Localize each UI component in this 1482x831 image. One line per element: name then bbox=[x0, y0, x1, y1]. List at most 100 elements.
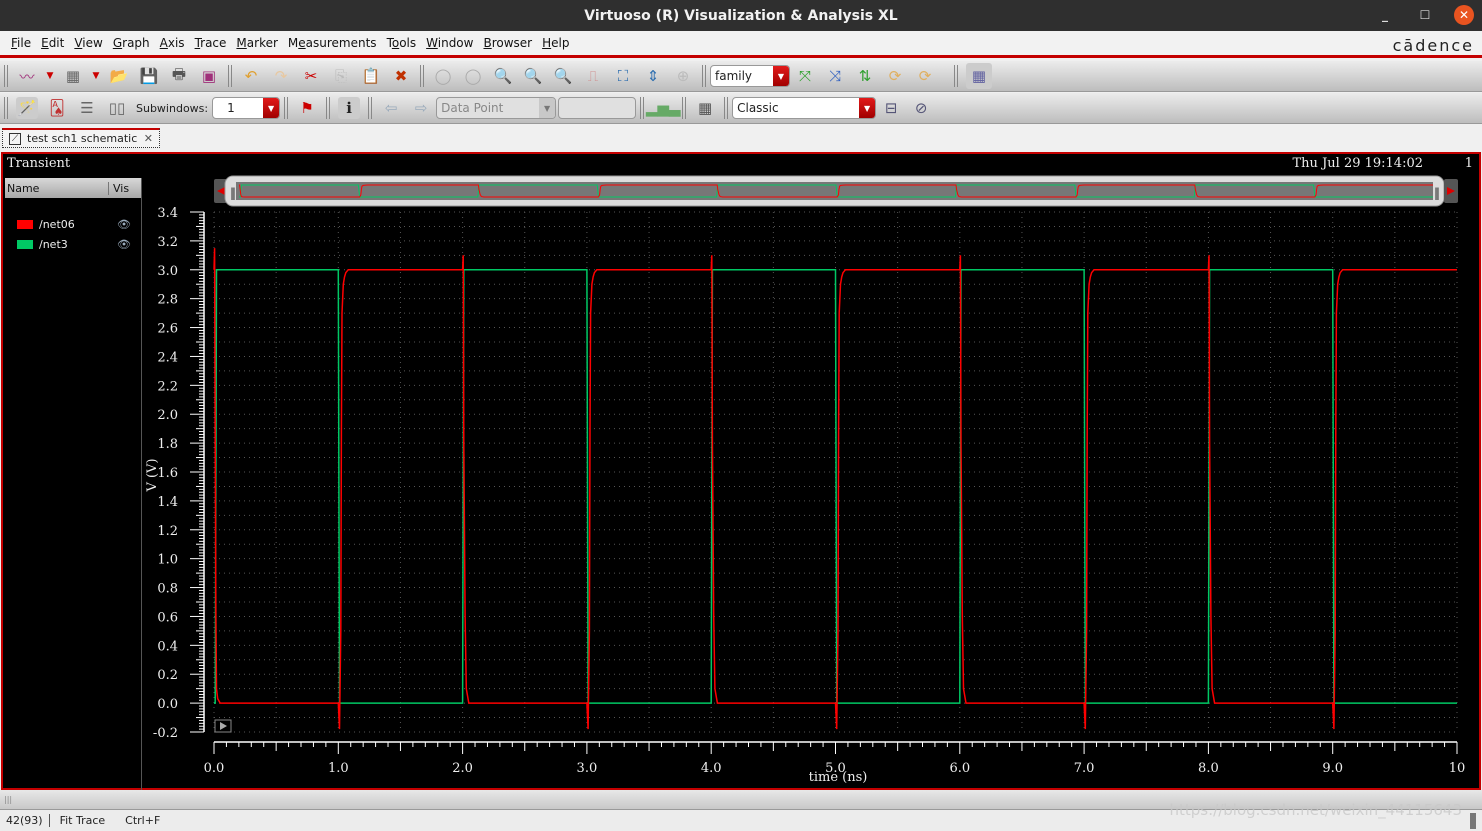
histogram-icon[interactable]: ▂▅▃ bbox=[646, 97, 681, 119]
new-subwindow-icon[interactable]: ▦ bbox=[62, 65, 84, 87]
zoom-y-icon[interactable]: ⇕ bbox=[642, 65, 664, 87]
family-combo[interactable]: family ▼ bbox=[710, 65, 790, 87]
chevron-down-icon[interactable]: ▼ bbox=[859, 98, 876, 118]
vertical-split-icon[interactable]: ▯▯ bbox=[106, 97, 128, 119]
flag-icon[interactable]: ⚑ bbox=[296, 97, 318, 119]
menu-marker[interactable]: Marker bbox=[236, 36, 277, 50]
toolbar-grip[interactable] bbox=[228, 65, 232, 87]
toolbar-grip[interactable] bbox=[702, 65, 706, 87]
undo-icon[interactable]: ↶ bbox=[240, 65, 262, 87]
next-point-icon[interactable]: ⇨ bbox=[410, 97, 432, 119]
grid-icon[interactable]: ▦ bbox=[966, 63, 992, 89]
save-icon[interactable]: 💾 bbox=[138, 65, 160, 87]
scrollbar-thumb[interactable] bbox=[1470, 813, 1476, 829]
y-tick-label: 2.4 bbox=[157, 350, 178, 365]
chevron-down-icon[interactable]: ▼ bbox=[773, 66, 789, 86]
toolbar-grip[interactable] bbox=[368, 97, 373, 119]
chevron-down-icon[interactable]: ▼ bbox=[263, 98, 280, 118]
overview-scrollbar[interactable]: ‖ ‖ bbox=[214, 175, 1458, 207]
info-icon[interactable]: ℹ bbox=[338, 97, 361, 119]
menu-view[interactable]: View bbox=[74, 36, 102, 50]
menu-window[interactable]: Window bbox=[426, 36, 473, 50]
menu-file[interactable]: File bbox=[11, 36, 31, 50]
horizontal-split-icon[interactable]: ☰ bbox=[76, 97, 98, 119]
copy-icon[interactable]: ⎘ bbox=[330, 65, 352, 87]
zoom-in-2-icon[interactable]: 🔍 bbox=[522, 65, 544, 87]
menu-edit[interactable]: Edit bbox=[41, 36, 64, 50]
tab-strip: ⟋ test sch1 schematic ✕ bbox=[0, 125, 1482, 151]
toolbar-grip[interactable] bbox=[954, 65, 958, 87]
cards-icon[interactable]: 🂡 bbox=[46, 97, 68, 119]
y-tick-label: 0.6 bbox=[157, 610, 178, 625]
split-strips-icon[interactable]: ⤧ bbox=[794, 65, 816, 87]
main-toolbar: 〰 ▼ ▦ ▼ 📂 💾 🖶 ▣ ↶ ↷ ✂ ⎘ 📋 ✖ ◯ ◯ 🔍 🔍 🔍 ⎍ … bbox=[0, 61, 1482, 92]
delete-icon[interactable]: ✖ bbox=[390, 65, 412, 87]
zoom-disabled-icon[interactable]: ⊕ bbox=[672, 65, 694, 87]
style-combo[interactable]: Classic ▼ bbox=[732, 97, 877, 119]
menu-trace[interactable]: Trace bbox=[195, 36, 227, 50]
strip-arrange-icon[interactable]: ⇅ bbox=[854, 65, 876, 87]
menu-tools[interactable]: Tools bbox=[387, 36, 417, 50]
menu-browser[interactable]: Browser bbox=[483, 36, 532, 50]
back-icon[interactable]: ◯ bbox=[432, 65, 454, 87]
x-tick-label: 2.0 bbox=[452, 761, 473, 776]
menu-graph[interactable]: Graph bbox=[113, 36, 150, 50]
dropdown-arrow-icon[interactable]: ▼ bbox=[46, 65, 54, 87]
subwindows-value: 1 bbox=[227, 101, 235, 115]
waveform-plot[interactable]: ‖ ‖ 3.4 3.2 3.0 2.8 2.6 2.4 2.2 2.0 1.8 1.6 1.4 1.2… bbox=[3, 154, 1479, 788]
trace-net3 bbox=[214, 269, 1457, 704]
tab-test-sch1-schematic[interactable]: ⟋ test sch1 schematic ✕ bbox=[2, 128, 160, 148]
cadence-logo: cādence bbox=[1392, 36, 1474, 55]
add-reference-icon[interactable]: ⟳ bbox=[884, 65, 906, 87]
toolbar-grip[interactable] bbox=[420, 65, 424, 87]
dropdown-arrow-icon[interactable]: ▼ bbox=[92, 65, 100, 87]
menu-help[interactable]: Help bbox=[542, 36, 569, 50]
hide-trace-icon[interactable]: ⊘ bbox=[910, 97, 932, 119]
play-button[interactable] bbox=[214, 719, 232, 733]
prev-point-icon[interactable]: ⇦ bbox=[380, 97, 402, 119]
reference-icon[interactable]: ⟳ bbox=[914, 65, 936, 87]
close-button[interactable]: ✕ bbox=[1454, 5, 1474, 25]
minimize-button[interactable]: _ bbox=[1374, 4, 1396, 26]
calculator-icon[interactable]: ▦ bbox=[694, 97, 716, 119]
combine-strips-icon[interactable]: ⤨ bbox=[824, 65, 846, 87]
save-style-icon[interactable]: ⊟ bbox=[880, 97, 902, 119]
subwindows-combo[interactable]: 1 ▼ bbox=[212, 97, 281, 119]
status-command: Fit Trace bbox=[59, 813, 106, 827]
data-point-placeholder: Data Point bbox=[441, 101, 504, 115]
secondary-toolbar: 🪄 🂡 ☰ ▯▯ Subwindows: 1 ▼ ⚑ ℹ ⇦ ⇨ Data Po… bbox=[0, 93, 1482, 124]
data-point-input[interactable] bbox=[558, 97, 637, 119]
print-icon[interactable]: 🖶 bbox=[168, 65, 190, 87]
print-waveform-icon[interactable]: ▣ bbox=[198, 65, 220, 87]
zoom-out-2-icon[interactable]: 🔍 bbox=[552, 65, 574, 87]
y-tick-label: 1.6 bbox=[157, 466, 178, 481]
chevron-down-icon[interactable]: ▼ bbox=[539, 98, 556, 118]
paste-icon[interactable]: 📋 bbox=[360, 65, 382, 87]
new-window-icon[interactable]: 〰 bbox=[16, 65, 38, 87]
fit-icon[interactable]: ⛶ bbox=[612, 65, 634, 87]
redo-icon[interactable]: ↷ bbox=[270, 65, 292, 87]
maximize-button[interactable]: ☐ bbox=[1414, 4, 1436, 26]
toolbar-grip[interactable] bbox=[284, 97, 289, 119]
y-tick-label: -0.2 bbox=[153, 726, 178, 741]
forward-icon[interactable]: ◯ bbox=[462, 65, 484, 87]
toolbar-grip[interactable] bbox=[4, 65, 8, 87]
graph-window: Transient Thu Jul 29 19:14:02 1 Name Vis… bbox=[1, 152, 1481, 790]
toolbar-grip[interactable] bbox=[640, 97, 645, 119]
data-point-combo[interactable]: Data Point ▼ bbox=[436, 97, 557, 119]
toolbar-grip[interactable] bbox=[326, 97, 331, 119]
menu-axis[interactable]: Axis bbox=[160, 36, 185, 50]
toolbar-grip[interactable] bbox=[682, 97, 687, 119]
zoom-trace-icon[interactable]: ⎍ bbox=[582, 65, 604, 87]
toolbar-grip[interactable] bbox=[4, 97, 8, 119]
toolbar-grip[interactable] bbox=[724, 97, 729, 119]
menu-measurements[interactable]: Measurements bbox=[288, 36, 377, 50]
open-folder-icon[interactable]: 📂 bbox=[108, 65, 130, 87]
cut-icon[interactable]: ✂ bbox=[300, 65, 322, 87]
close-icon[interactable]: ✕ bbox=[144, 132, 153, 145]
y-tick-label: 2.6 bbox=[157, 322, 178, 337]
magic-wand-icon[interactable]: 🪄 bbox=[16, 97, 38, 119]
zoom-in-icon[interactable]: 🔍 bbox=[492, 65, 514, 87]
status-shortcut: Ctrl+F bbox=[125, 813, 161, 827]
y-tick-label: 1.2 bbox=[157, 524, 178, 539]
